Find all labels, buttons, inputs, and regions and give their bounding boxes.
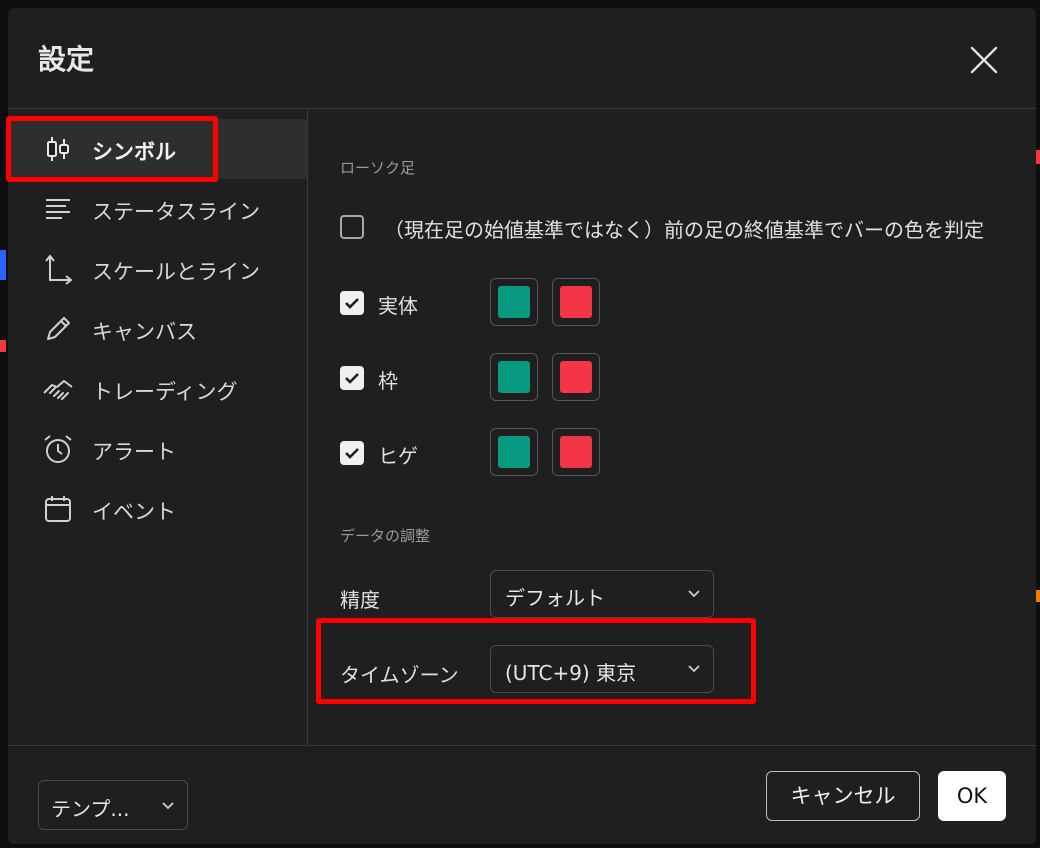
color-fill <box>560 286 592 318</box>
calendar-icon <box>45 496 71 522</box>
template-label: テンプ... <box>51 797 130 821</box>
wick-up-color-swatch[interactable] <box>490 428 538 476</box>
sidebar-item-label: イベント <box>92 500 176 524</box>
border-label: 枠 <box>378 369 398 393</box>
sidebar-item-label: シンボル <box>92 140 176 164</box>
wick-down-color-swatch[interactable] <box>552 428 600 476</box>
handshake-icon <box>43 380 73 400</box>
sidebar-item-events[interactable]: イベント <box>8 479 307 539</box>
template-select[interactable]: テンプ... <box>38 780 188 830</box>
color-fill <box>560 361 592 393</box>
precision-value: デフォルト <box>505 586 605 610</box>
sidebar-item-status-line[interactable]: ステータスライン <box>8 179 307 239</box>
prev-close-checkbox[interactable] <box>340 215 364 239</box>
cancel-button[interactable]: キャンセル <box>766 771 920 821</box>
chevron-down-icon <box>688 665 700 673</box>
check-icon <box>345 373 359 384</box>
alarm-clock-icon <box>44 435 72 463</box>
body-up-color-swatch[interactable] <box>490 278 538 326</box>
dialog-title: 設定 <box>38 43 95 76</box>
dialog-footer: テンプ... キャンセル OK <box>8 745 1036 844</box>
close-button[interactable] <box>966 42 1002 78</box>
pencil-icon <box>47 317 70 340</box>
timezone-label: タイムゾーン <box>340 663 459 687</box>
sidebar-item-label: キャンバス <box>92 320 197 344</box>
chevron-down-icon <box>688 590 700 598</box>
sidebar-item-symbol[interactable]: シンボル <box>8 119 307 179</box>
sidebar-item-label: スケールとライン <box>92 260 260 284</box>
color-fill <box>498 286 530 318</box>
sidebar-item-scales-lines[interactable]: スケールとライン <box>8 239 307 299</box>
sidebar-item-alerts[interactable]: アラート <box>8 419 307 479</box>
background-chart-line <box>0 250 6 280</box>
border-down-color-swatch[interactable] <box>552 353 600 401</box>
settings-dialog: 設定 シンボル ステータスライン スケールとライン キャンバス トレーディング … <box>8 8 1036 844</box>
settings-sidebar: シンボル ステータスライン スケールとライン キャンバス トレーディング アラー… <box>8 109 308 745</box>
lines-icon <box>46 199 70 219</box>
background-chart-line <box>0 340 6 352</box>
wick-label: ヒゲ <box>378 444 418 468</box>
axis-icon <box>45 254 73 285</box>
color-fill <box>498 436 530 468</box>
border-checkbox[interactable] <box>340 366 364 390</box>
precision-label: 精度 <box>340 588 380 612</box>
candlestick-icon <box>47 137 69 161</box>
prev-close-label: （現在足の始値基準ではなく）前の足の終値基準でバーの色を判定 <box>384 218 984 242</box>
check-icon <box>345 448 359 459</box>
color-fill <box>498 361 530 393</box>
body-label: 実体 <box>378 294 418 318</box>
sidebar-item-label: トレーディング <box>92 380 238 404</box>
check-icon <box>345 298 359 309</box>
wick-checkbox[interactable] <box>340 441 364 465</box>
close-icon <box>970 46 998 74</box>
settings-content: ローソク足 （現在足の始値基準ではなく）前の足の終値基準でバーの色を判定 実体 … <box>308 109 1036 745</box>
dialog-header: 設定 <box>8 8 1036 109</box>
body-down-color-swatch[interactable] <box>552 278 600 326</box>
sidebar-item-canvas[interactable]: キャンバス <box>8 299 307 359</box>
precision-select[interactable]: デフォルト <box>490 570 714 618</box>
sidebar-item-label: ステータスライン <box>92 200 260 224</box>
border-up-color-swatch[interactable] <box>490 353 538 401</box>
ok-button[interactable]: OK <box>938 771 1006 821</box>
timezone-select[interactable]: (UTC+9) 東京 <box>490 645 714 693</box>
sidebar-item-trading[interactable]: トレーディング <box>8 359 307 419</box>
section-label-data-adjust: データの調整 <box>340 527 431 545</box>
sidebar-item-label: アラート <box>92 440 176 464</box>
section-label-candles: ローソク足 <box>340 159 416 177</box>
chevron-down-icon <box>162 802 174 810</box>
timezone-value: (UTC+9) 東京 <box>505 661 637 685</box>
body-checkbox[interactable] <box>340 291 364 315</box>
color-fill <box>560 436 592 468</box>
